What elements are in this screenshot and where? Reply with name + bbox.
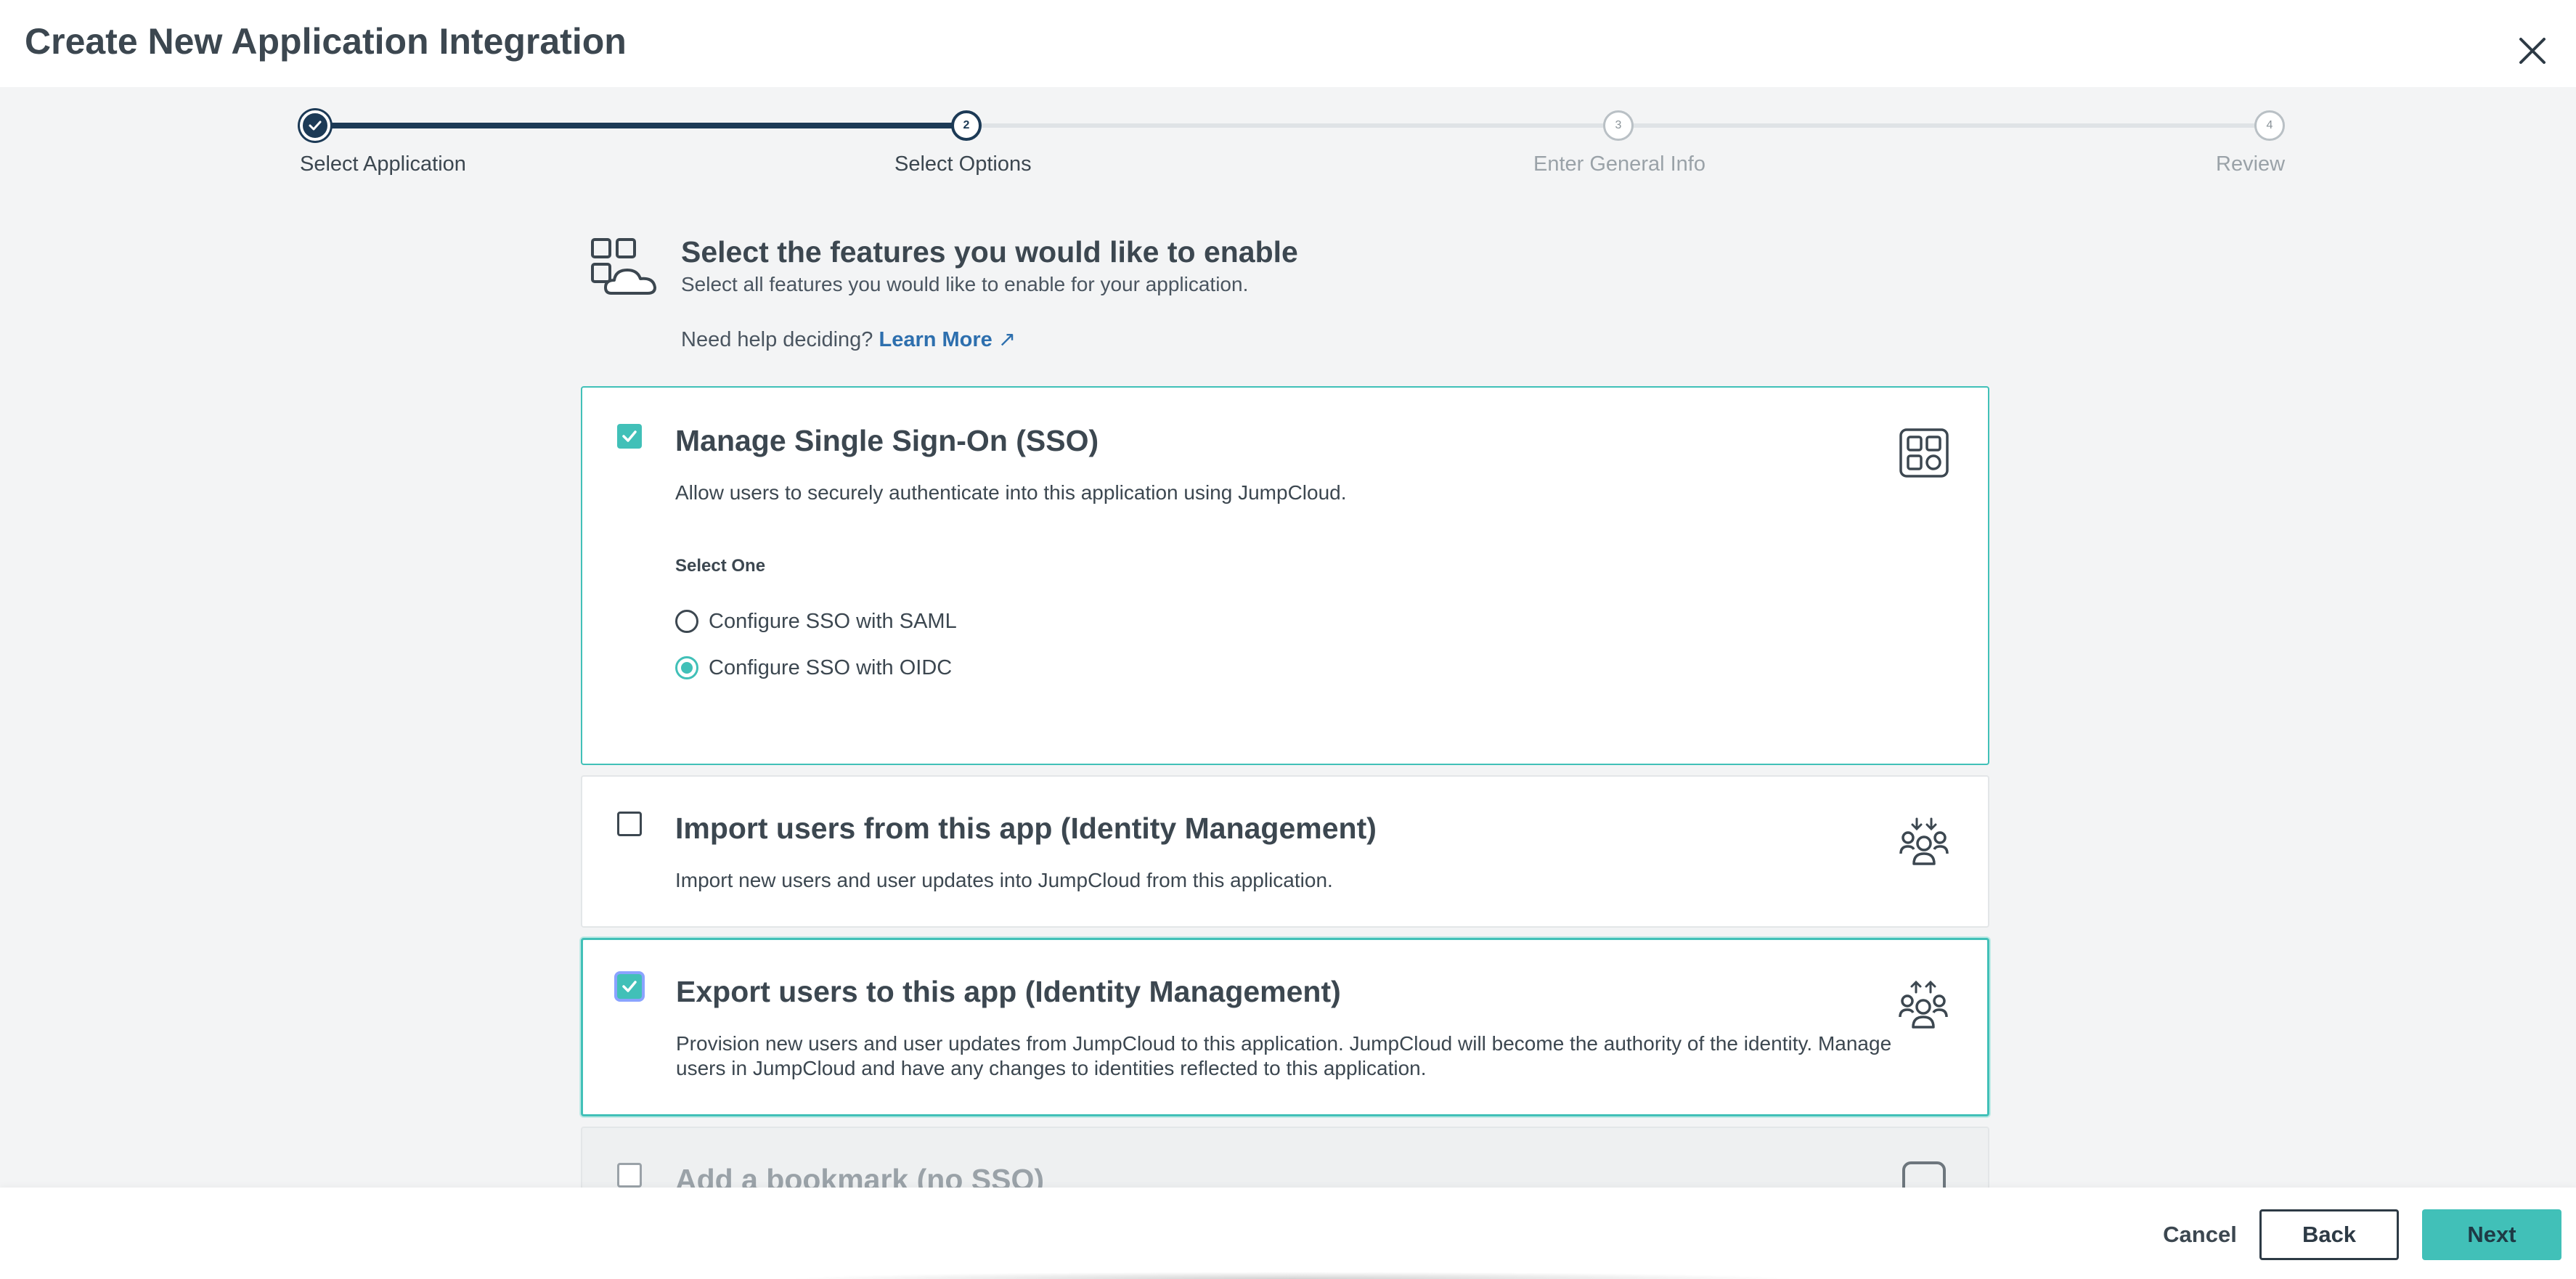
step-4-indicator: 4 <box>2254 110 2285 141</box>
oidc-option[interactable]: Configure SSO with OIDC <box>675 653 952 682</box>
sso-checkbox[interactable] <box>617 424 642 449</box>
apps-cloud-icon <box>591 238 656 295</box>
import-checkbox[interactable] <box>617 812 642 836</box>
step-3-indicator: 3 <box>1603 110 1634 141</box>
step-2-indicator: 2 <box>951 110 982 141</box>
export-description: Provision new users and user updates fro… <box>676 1032 1892 1079</box>
learn-more-link[interactable]: Learn More ↗ <box>879 328 1016 351</box>
features-heading: Select the features you would like to en… <box>681 235 1298 269</box>
help-text: Need help deciding? Learn More ↗ <box>681 327 1016 352</box>
next-button[interactable]: Next <box>2422 1209 2561 1260</box>
cancel-button[interactable]: Cancel <box>2155 1209 2245 1260</box>
import-title: Import users from this app (Identity Man… <box>675 812 1377 845</box>
footer-shadow <box>784 1272 1801 1279</box>
modal-header: Create New Application Integration <box>0 0 2576 87</box>
page-title: Create New Application Integration <box>25 21 627 62</box>
features-subheading: Select all features you would like to en… <box>681 273 1249 295</box>
grid-app-icon <box>1899 428 1949 478</box>
saml-radio[interactable] <box>675 610 698 633</box>
feature-card-sso[interactable]: Manage Single Sign-On (SSO) Allow users … <box>581 386 1989 765</box>
step-4-label: Review <box>2216 152 2286 176</box>
sso-description: Allow users to securely authenticate int… <box>675 481 1347 504</box>
feature-card-import[interactable]: Import users from this app (Identity Man… <box>581 775 1989 928</box>
export-title: Export users to this app (Identity Manag… <box>676 975 1341 1008</box>
sso-title: Manage Single Sign-On (SSO) <box>675 424 1099 457</box>
stepper-progress <box>315 123 967 128</box>
external-arrow-icon: ↗ <box>998 328 1016 351</box>
users-import-icon <box>1899 817 1949 865</box>
select-one-label: Select One <box>675 556 766 576</box>
saml-label: Configure SSO with SAML <box>709 609 957 633</box>
bookmark-checkbox[interactable] <box>617 1163 642 1188</box>
oidc-radio[interactable] <box>675 656 698 679</box>
step-1-complete-icon <box>300 110 330 141</box>
help-prompt: Need help deciding? <box>681 328 873 351</box>
step-2-label: Select Options <box>894 152 1032 176</box>
export-checkbox[interactable] <box>617 974 642 999</box>
step-3-label: Enter General Info <box>1533 152 1705 176</box>
back-button[interactable]: Back <box>2259 1209 2399 1260</box>
oidc-label: Configure SSO with OIDC <box>709 655 953 679</box>
step-1-label: Select Application <box>300 152 466 176</box>
saml-option[interactable]: Configure SSO with SAML <box>675 607 957 636</box>
feature-card-export[interactable]: Export users to this app (Identity Manag… <box>581 938 1989 1116</box>
import-description: Import new users and user updates into J… <box>675 869 1333 891</box>
users-export-icon <box>1899 980 1948 1029</box>
close-icon[interactable] <box>2514 32 2551 70</box>
